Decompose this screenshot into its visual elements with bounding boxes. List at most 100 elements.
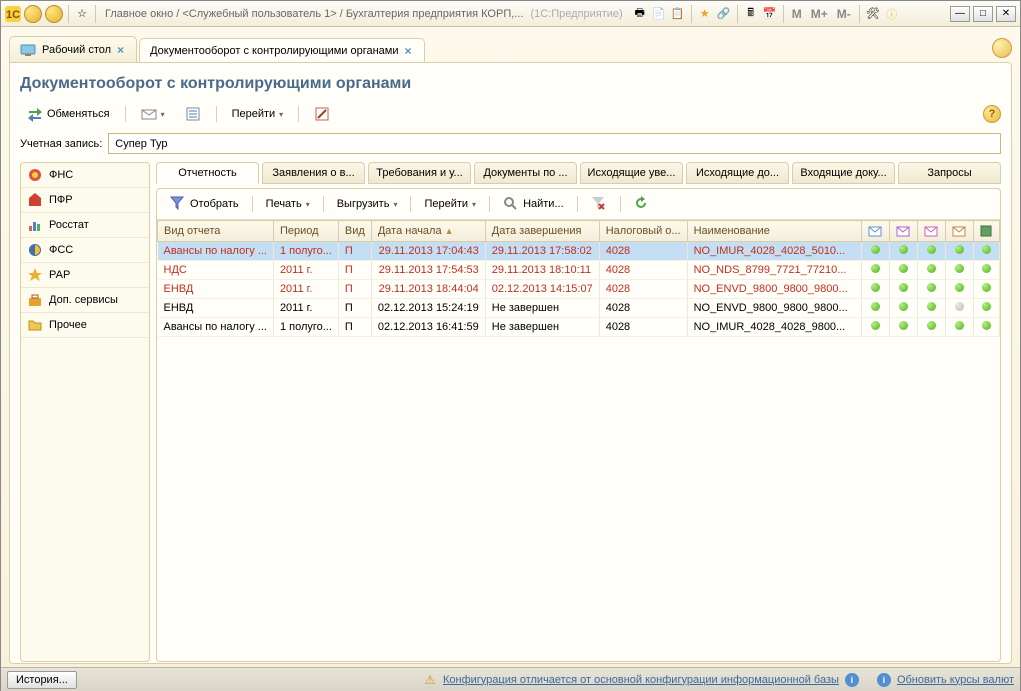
info-icon[interactable]: ⓘ	[884, 6, 900, 22]
clipboard-icon[interactable]: 📋	[670, 6, 686, 22]
doc-icon[interactable]: 📄	[651, 6, 667, 22]
data-grid[interactable]: Вид отчета Период Вид Дата начала▲ Дата …	[157, 220, 1000, 661]
account-input[interactable]	[108, 133, 1001, 154]
col-status-5[interactable]	[973, 221, 999, 242]
sidebar: ФНС ПФР Росстат ФСС РАР Доп. сервисы Про…	[20, 162, 150, 662]
star-icon[interactable]: ★	[697, 6, 713, 22]
account-label: Учетная запись:	[20, 138, 102, 150]
table-row[interactable]: ЕНВД2011 г.П29.11.2013 18:44:0402.12.201…	[158, 280, 1000, 299]
goto-button[interactable]: Перейти▾	[225, 105, 291, 123]
favorite-icon[interactable]: ☆	[74, 6, 90, 22]
status-dot	[955, 245, 964, 254]
subtab-documents[interactable]: Документы по ...	[474, 162, 577, 184]
status-dot	[982, 245, 991, 254]
desktop-icon	[20, 42, 36, 58]
list-button[interactable]	[178, 103, 208, 125]
tab-documents[interactable]: Документооборот с контролирующими органа…	[139, 38, 424, 62]
history-button[interactable]: История...	[7, 671, 77, 689]
mail-button[interactable]: ▾	[134, 103, 172, 125]
sidebar-item-fss[interactable]: ФСС	[21, 238, 149, 263]
goto-button-2[interactable]: Перейти▾	[417, 195, 483, 213]
subtab-requirements[interactable]: Требования и у...	[368, 162, 471, 184]
close-button[interactable]: ✕	[996, 6, 1016, 22]
app-icon: 1C	[5, 6, 21, 22]
col-report-type[interactable]: Вид отчета	[158, 221, 274, 242]
main-panel: Документооборот с контролирующими органа…	[9, 62, 1012, 664]
nav-back-button[interactable]	[24, 5, 42, 23]
funnel-x-icon	[591, 196, 607, 212]
status-dot	[955, 283, 964, 292]
printer-icon[interactable]: 🖶	[632, 6, 648, 22]
status-dot	[927, 264, 936, 273]
col-kind[interactable]: Вид	[338, 221, 371, 242]
table-row[interactable]: Авансы по налогу ...1 полуго...П02.12.20…	[158, 318, 1000, 337]
subtab-outgoing-doc[interactable]: Исходящие до...	[686, 162, 789, 184]
expand-button[interactable]	[992, 38, 1012, 58]
window-title: Главное окно / <Служебный пользователь 1…	[105, 8, 523, 20]
funnel-icon	[170, 196, 186, 212]
col-name[interactable]: Наименование	[687, 221, 861, 242]
status-dot	[871, 302, 880, 311]
status-dot	[927, 283, 936, 292]
calc-icon[interactable]: 🖩	[743, 6, 759, 22]
sidebar-item-fns[interactable]: ФНС	[21, 163, 149, 188]
m-button[interactable]: M	[789, 7, 805, 21]
col-status-3[interactable]	[917, 221, 945, 242]
subtab-reports[interactable]: Отчетность	[156, 162, 259, 184]
col-period[interactable]: Период	[273, 221, 338, 242]
tools-icon[interactable]: 🛠	[865, 6, 881, 22]
maximize-button[interactable]: □	[973, 6, 993, 22]
export-button[interactable]: Выгрузить▾	[330, 195, 405, 213]
help-button[interactable]: ?	[983, 105, 1001, 123]
grid-container: Отобрать Печать▾ Выгрузить▾ Перейти▾ Най…	[156, 188, 1001, 662]
subtab-outgoing-notif[interactable]: Исходящие уве...	[580, 162, 683, 184]
subtab-queries[interactable]: Запросы	[898, 162, 1001, 184]
table-row[interactable]: Авансы по налогу ...1 полуго...П29.11.20…	[158, 242, 1000, 261]
status-dot	[871, 264, 880, 273]
content-area: Рабочий стол × Документооборот с контрол…	[1, 27, 1020, 667]
subtab-applications[interactable]: Заявления о в...	[262, 162, 365, 184]
tab-desktop[interactable]: Рабочий стол ×	[9, 36, 137, 62]
status-dot	[955, 264, 964, 273]
link-icon[interactable]: 🔗	[716, 6, 732, 22]
m-plus-button[interactable]: M+	[808, 7, 831, 21]
sidebar-item-other[interactable]: Прочее	[21, 313, 149, 338]
clear-filter-button[interactable]	[584, 193, 614, 215]
tab-close-icon[interactable]: ×	[405, 44, 412, 58]
edit-button[interactable]	[307, 103, 337, 125]
folder-icon	[27, 317, 43, 333]
warning-icon: ⚠	[423, 673, 437, 687]
m-minus-button[interactable]: M-	[834, 7, 854, 21]
exchange-button[interactable]: Обменяться	[20, 103, 117, 125]
col-tax-org[interactable]: Налоговый о...	[599, 221, 687, 242]
status-dot	[927, 302, 936, 311]
sidebar-item-services[interactable]: Доп. сервисы	[21, 288, 149, 313]
subtab-incoming[interactable]: Входящие доку...	[792, 162, 895, 184]
filter-button[interactable]: Отобрать	[163, 193, 246, 215]
col-date-end[interactable]: Дата завершения	[485, 221, 599, 242]
workspace-tabs: Рабочий стол × Документооборот с контрол…	[9, 32, 1012, 62]
tab-close-icon[interactable]: ×	[117, 43, 124, 57]
minimize-button[interactable]: —	[950, 6, 970, 22]
status-bar: История... ⚠ Конфигурация отличается от …	[1, 667, 1020, 691]
table-row[interactable]: ЕНВД2011 г.П02.12.2013 15:24:19Не заверш…	[158, 299, 1000, 318]
sidebar-item-pfr[interactable]: ПФР	[21, 188, 149, 213]
col-date-start[interactable]: Дата начала▲	[371, 221, 485, 242]
table-row[interactable]: НДС2011 г.П29.11.2013 17:54:5329.11.2013…	[158, 261, 1000, 280]
right-pane: Отчетность Заявления о в... Требования и…	[156, 162, 1001, 662]
col-status-4[interactable]	[945, 221, 973, 242]
status-dot	[899, 245, 908, 254]
config-warning-link[interactable]: Конфигурация отличается от основной конф…	[443, 674, 839, 686]
status-dot	[982, 283, 991, 292]
nav-fwd-button[interactable]	[45, 5, 63, 23]
refresh-button[interactable]	[627, 193, 657, 215]
print-button[interactable]: Печать▾	[259, 195, 317, 213]
col-status-2[interactable]	[889, 221, 917, 242]
update-rates-link[interactable]: Обновить курсы валют	[897, 674, 1014, 686]
sidebar-item-rar[interactable]: РАР	[21, 263, 149, 288]
calendar-icon[interactable]: 📅	[762, 6, 778, 22]
sidebar-item-rosstat[interactable]: Росстат	[21, 213, 149, 238]
grid-toolbar: Отобрать Печать▾ Выгрузить▾ Перейти▾ Най…	[157, 189, 1000, 220]
col-status-1[interactable]	[861, 221, 889, 242]
find-button[interactable]: Найти...	[496, 193, 571, 215]
